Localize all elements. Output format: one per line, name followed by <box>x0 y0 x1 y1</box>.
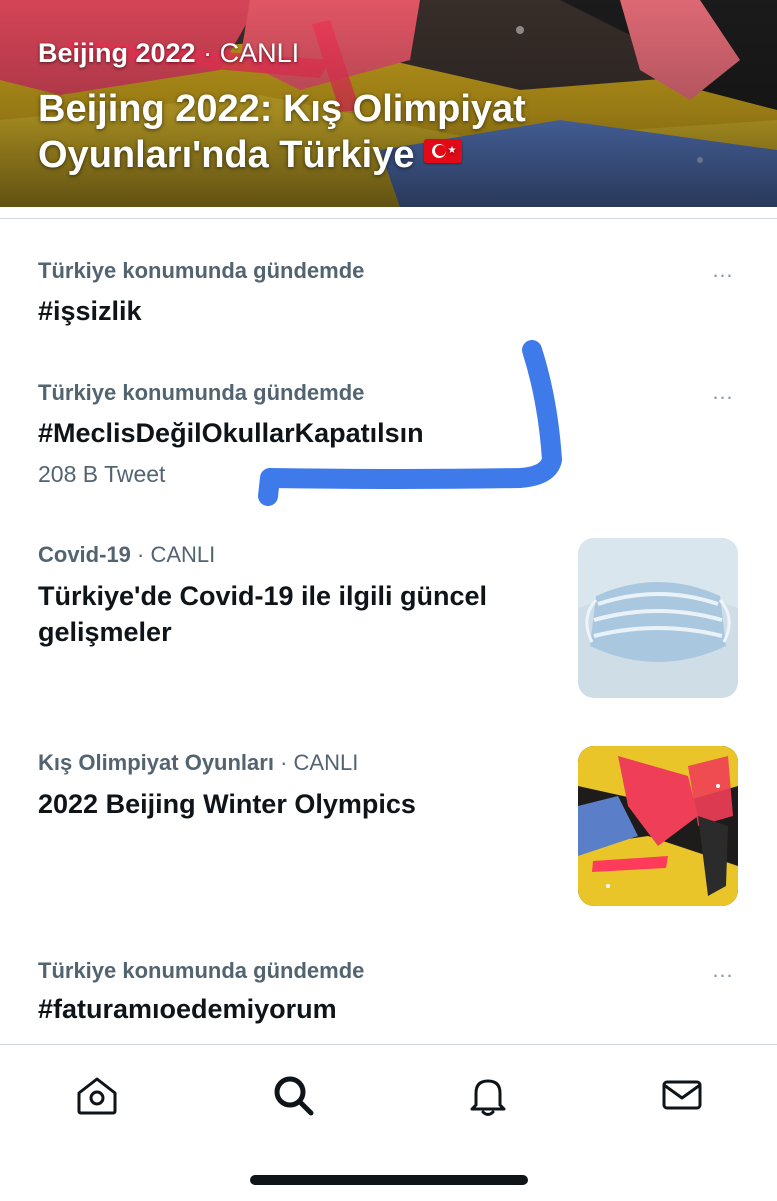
event-hero-banner[interactable]: Beijing 2022 · CANLI Beijing 2022: Kış O… <box>0 0 777 207</box>
search-icon[interactable] <box>269 1071 317 1119</box>
hero-category: Beijing 2022 <box>38 38 196 68</box>
event-headline: 2022 Beijing Winter Olympics <box>38 789 416 819</box>
event-live-label: CANLI <box>293 750 359 775</box>
trend-tag: #işsizlik <box>38 296 142 326</box>
event-category: Covid-19 <box>38 542 131 567</box>
more-options-icon[interactable]: … <box>704 380 740 404</box>
event-item[interactable]: Kış Olimpiyat Oyunları · CANLI 2022 Beij… <box>0 728 777 928</box>
event-live-label: CANLI <box>150 542 216 567</box>
trend-context: Türkiye konumunda gündemde <box>38 380 365 405</box>
event-headline: Türkiye'de Covid-19 ile ilgili güncel ge… <box>38 581 488 647</box>
home-indicator <box>250 1175 528 1185</box>
trend-tag: #MeclisDeğilOkullarKapatılsın <box>38 418 424 448</box>
home-icon[interactable] <box>73 1071 121 1119</box>
hero-meta: Beijing 2022 · CANLI <box>38 38 299 69</box>
event-meta: Covid-19 · CANLI <box>38 542 215 568</box>
trend-item[interactable]: Türkiye konumunda gündemde … #MeclisDeği… <box>0 362 777 502</box>
trend-tweet-count: 208 B Tweet <box>38 461 166 487</box>
olympics-collage-photo-thumbnail <box>578 746 738 906</box>
hero-title: Beijing 2022: Kış Olimpiyat Oyunları'nda… <box>38 86 738 178</box>
event-live-sep: · <box>273 750 294 775</box>
section-divider <box>0 218 777 219</box>
face-mask-photo-thumbnail <box>578 538 738 698</box>
hero-live-label: CANLI <box>219 38 300 68</box>
turkey-flag-icon: ★ <box>424 139 463 163</box>
event-meta: Kış Olimpiyat Oyunları · CANLI <box>38 750 358 776</box>
envelope-icon[interactable] <box>658 1071 706 1119</box>
bell-icon[interactable] <box>464 1071 512 1119</box>
more-options-icon[interactable]: … <box>704 958 740 982</box>
trend-context: Türkiye konumunda gündemde <box>38 258 365 283</box>
event-live-sep: · <box>130 542 151 567</box>
event-category: Kış Olimpiyat Oyunları <box>38 750 274 775</box>
more-options-icon[interactable]: … <box>704 258 740 282</box>
event-item[interactable]: Covid-19 · CANLI Türkiye'de Covid-19 ile… <box>0 520 777 720</box>
trend-item[interactable]: Türkiye konumunda gündemde … #işsizlik <box>0 240 777 350</box>
trend-item[interactable]: Türkiye konumunda gündemde … #faturamıoe… <box>0 940 777 1044</box>
trend-tag: #faturamıoedemiyorum <box>38 994 337 1024</box>
hero-live-sep: · <box>203 38 220 68</box>
trend-context: Türkiye konumunda gündemde <box>38 958 365 983</box>
